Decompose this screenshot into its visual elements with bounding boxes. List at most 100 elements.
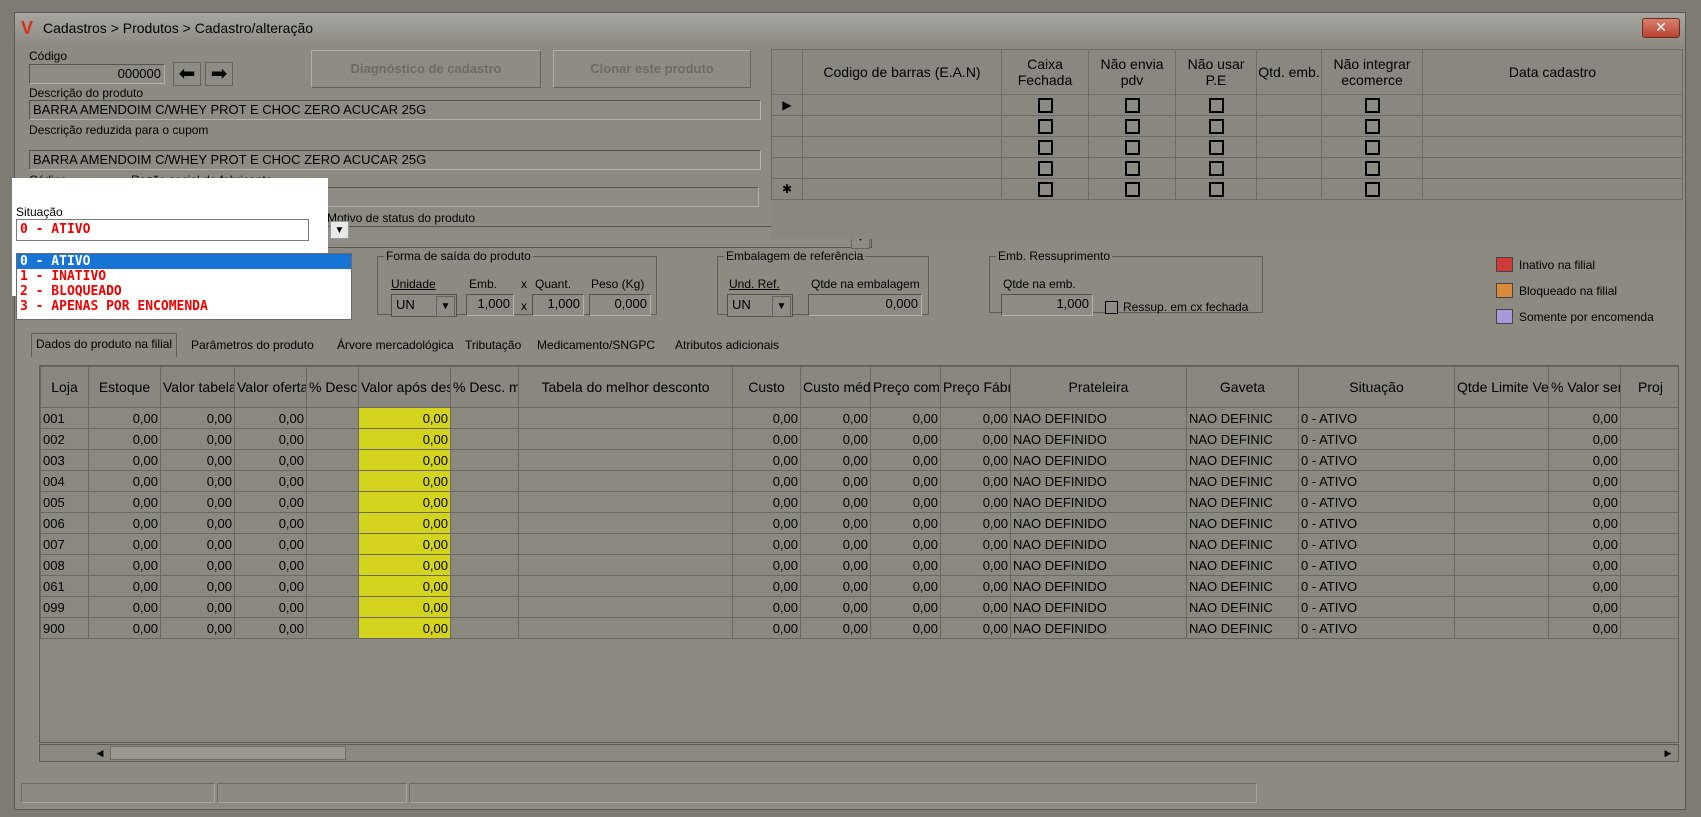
grid-cell[interactable]: 0,00 <box>800 491 871 513</box>
grid-column-header[interactable]: Valor oferta <box>234 366 307 408</box>
grid-cell[interactable]: 006 <box>40 512 89 534</box>
emb-field[interactable]: 1,000 <box>466 294 514 316</box>
grid-cell[interactable] <box>518 533 733 555</box>
grid-cell[interactable]: 0,00 <box>732 533 801 555</box>
grid-cell[interactable] <box>1454 554 1549 576</box>
grid-cell[interactable] <box>306 554 359 576</box>
grid-column-header[interactable]: Gaveta <box>1186 366 1299 408</box>
grid-column-header[interactable]: % Desc. máx. <box>450 366 519 408</box>
grid-cell[interactable]: 0,00 <box>940 617 1011 639</box>
grid-cell[interactable]: 0,00 <box>160 533 235 555</box>
grid-cell[interactable]: 0,00 <box>234 470 307 492</box>
arrow-right-icon[interactable]: ➡ <box>205 62 233 86</box>
grid-cell[interactable] <box>518 449 733 471</box>
tab-atributos[interactable]: Atributos adicionais <box>671 335 783 355</box>
situacao-option[interactable]: 2 - BLOQUEADO <box>17 284 351 299</box>
grid-column-header[interactable]: Proj <box>1620 366 1678 408</box>
grid-cell[interactable]: 0,00 <box>1548 512 1621 534</box>
grid-cell[interactable]: 0,00 <box>234 407 307 429</box>
grid-cell[interactable]: 003 <box>40 449 89 471</box>
nao-integrar-checkbox[interactable] <box>1364 97 1380 113</box>
grid-cell[interactable]: 0,00 <box>234 617 307 639</box>
grid-cell[interactable]: 0,00 <box>358 575 451 597</box>
nao-envia-pdv-checkbox[interactable] <box>1124 160 1140 176</box>
grid-cell[interactable]: 0,00 <box>870 449 941 471</box>
grid-cell[interactable]: 0,00 <box>88 554 161 576</box>
grid-cell[interactable]: NAO DEFINIDO <box>1010 617 1187 639</box>
grid-row[interactable]: 099 0,00 0,00 0,00 0,00 0,00 0,00 0,00 0,00 NAO D… <box>40 596 1678 618</box>
grid-cell[interactable]: 0,00 <box>358 491 451 513</box>
grid-cell[interactable]: 061 <box>40 575 89 597</box>
nao-envia-pdv-checkbox[interactable] <box>1124 118 1140 134</box>
grid-cell[interactable] <box>1620 533 1678 555</box>
grid-cell[interactable]: 0,00 <box>870 554 941 576</box>
nao-integrar-checkbox[interactable] <box>1364 160 1380 176</box>
descricao-field[interactable]: BARRA AMENDOIM C/WHEY PROT E CHOC ZERO A… <box>29 100 761 120</box>
grid-cell[interactable]: 007 <box>40 533 89 555</box>
grid-cell[interactable]: 0,00 <box>732 512 801 534</box>
grid-cell[interactable]: NAO DEFINIC <box>1186 407 1299 429</box>
grid-cell[interactable]: 0,00 <box>732 470 801 492</box>
grid-cell[interactable]: 0,00 <box>1548 407 1621 429</box>
grid-cell[interactable]: 0,00 <box>800 512 871 534</box>
ean-header[interactable]: Codigo de barras (E.A.N) <box>802 49 1002 95</box>
grid-cell[interactable]: 0,00 <box>88 617 161 639</box>
grid-cell[interactable]: 0 - ATIVO <box>1298 407 1455 429</box>
grid-row[interactable]: 003 0,00 0,00 0,00 0,00 0,00 0,00 0,00 0,00 NAO D… <box>40 449 1678 471</box>
grid-cell[interactable] <box>450 533 519 555</box>
grid-cell[interactable] <box>1620 470 1678 492</box>
grid-cell[interactable]: 0,00 <box>88 428 161 450</box>
ean-header[interactable]: Não usar P.E <box>1175 49 1257 95</box>
ean-header[interactable]: Data cadastro <box>1422 49 1683 95</box>
grid-cell[interactable]: 0,00 <box>800 617 871 639</box>
grid-cell[interactable]: 0,00 <box>940 533 1011 555</box>
horizontal-scrollbar[interactable]: ◀ ▶ <box>39 744 1679 762</box>
grid-cell[interactable]: 0,00 <box>88 449 161 471</box>
grid-cell[interactable]: 0,00 <box>160 617 235 639</box>
grid-cell[interactable] <box>518 470 733 492</box>
grid-cell[interactable]: 0,00 <box>358 407 451 429</box>
grid-cell[interactable]: 0,00 <box>234 512 307 534</box>
grid-cell[interactable]: 0,00 <box>234 575 307 597</box>
grid-column-header[interactable]: Prateleira <box>1010 366 1187 408</box>
unidade-combo[interactable]: UN ▼ <box>391 294 457 317</box>
grid-cell[interactable]: 0,00 <box>88 407 161 429</box>
grid-cell[interactable]: NAO DEFINIDO <box>1010 470 1187 492</box>
grid-cell[interactable] <box>518 554 733 576</box>
grid-cell[interactable]: 0,00 <box>358 449 451 471</box>
nao-usar-pe-checkbox[interactable] <box>1208 97 1224 113</box>
grid-cell[interactable]: NAO DEFINIDO <box>1010 407 1187 429</box>
grid-cell[interactable]: NAO DEFINIC <box>1186 428 1299 450</box>
grid-cell[interactable] <box>1454 491 1549 513</box>
codigo-field[interactable]: 000000 <box>29 64 165 84</box>
nao-envia-pdv-checkbox[interactable] <box>1124 139 1140 155</box>
chevron-down-icon[interactable]: ▼ <box>436 296 455 317</box>
grid-cell[interactable]: 0,00 <box>88 533 161 555</box>
nao-integrar-checkbox[interactable] <box>1364 139 1380 155</box>
nao-usar-pe-checkbox[interactable] <box>1208 181 1224 197</box>
nao-usar-pe-checkbox[interactable] <box>1208 118 1224 134</box>
grid-cell[interactable]: 0,00 <box>732 554 801 576</box>
grid-cell[interactable] <box>1620 554 1678 576</box>
grid-cell[interactable] <box>1620 596 1678 618</box>
caixa-fechada-checkbox[interactable] <box>1037 118 1053 134</box>
situacao-combo[interactable]: 0 - ATIVO <box>16 219 309 241</box>
chevron-down-icon[interactable]: ▼ <box>330 221 349 239</box>
grid-cell[interactable] <box>1620 575 1678 597</box>
grid-cell[interactable]: 0,00 <box>160 428 235 450</box>
ean-header[interactable]: Qtd. emb. <box>1256 49 1322 95</box>
grid-cell[interactable] <box>306 617 359 639</box>
grid-column-header[interactable]: Valor tabela <box>160 366 235 408</box>
grid-cell[interactable]: 0,00 <box>800 554 871 576</box>
grid-cell[interactable]: 0,00 <box>160 407 235 429</box>
ean-row[interactable]: ✱ <box>771 178 1683 200</box>
grid-cell[interactable]: 0,00 <box>870 596 941 618</box>
grid-cell[interactable] <box>450 512 519 534</box>
grid-cell[interactable]: 0,00 <box>940 596 1011 618</box>
grid-cell[interactable]: 0,00 <box>732 428 801 450</box>
grid-row[interactable]: 900 0,00 0,00 0,00 0,00 0,00 0,00 0,00 0,00 NAO D… <box>40 617 1678 639</box>
grid-cell[interactable]: 0,00 <box>88 575 161 597</box>
grid-cell[interactable]: NAO DEFINIDO <box>1010 596 1187 618</box>
grid-cell[interactable] <box>450 449 519 471</box>
grid-cell[interactable]: 0,00 <box>870 533 941 555</box>
